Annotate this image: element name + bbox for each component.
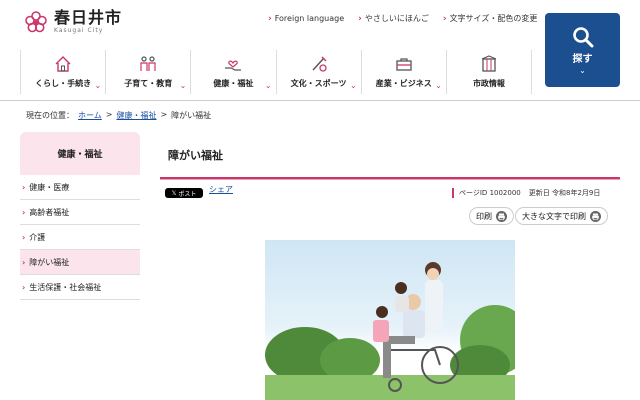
text-size-color-link[interactable]: › 文字サイズ・配色の変更	[443, 13, 537, 24]
gnav-item-childcare[interactable]: 子育て・教育 ⌄	[105, 50, 190, 94]
page-meta: ページID 1002000 更新日 令和8年2月9日	[452, 188, 600, 198]
breadcrumb-separator: >	[160, 110, 168, 119]
share-link[interactable]: シェア	[209, 184, 233, 195]
sidebar-item-health-medical[interactable]: › 健康・医療	[20, 175, 140, 200]
sidebar-heading[interactable]: 健康・福祉	[20, 132, 140, 175]
print-large-text-button[interactable]: 大きな文字で印刷	[515, 207, 608, 225]
search-icon	[572, 26, 593, 47]
sidebar-item-disability[interactable]: › 障がい福祉	[20, 250, 140, 275]
gnav-item-living[interactable]: くらし・手続き ⌄	[20, 50, 105, 94]
printer-icon	[590, 210, 601, 222]
site-subtitle: Kasugai City	[54, 27, 104, 34]
gnav-label: 健康・福祉	[213, 79, 254, 88]
chevron-right-icon: ›	[22, 232, 26, 242]
page-title: 障がい福祉	[168, 149, 223, 162]
sidebar-item-welfare[interactable]: › 生活保護・社会福祉	[20, 275, 140, 300]
chevron-down-icon: ⌄	[435, 81, 442, 90]
breadcrumb-prefix: 現在の位置：	[26, 111, 74, 120]
gnav-label: 産業・ビジネス	[375, 79, 432, 88]
chevron-down-icon: ⌄	[349, 81, 357, 90]
gnav-label: 子育て・教育	[124, 79, 173, 88]
gnav-label: 市政情報	[472, 79, 505, 88]
site-logo[interactable]: 春日井市 Kasugai City	[24, 10, 122, 34]
page-id-value: 1002000	[489, 189, 521, 197]
breadcrumb-home-link[interactable]: ホーム	[78, 110, 102, 121]
site-title: 春日井市	[54, 8, 123, 27]
house-icon	[55, 56, 71, 72]
sakura-logo-icon	[25, 11, 47, 33]
sidebar: 健康・福祉 › 健康・医療 › 高齢者福祉 › 介護 › 障がい福祉 › 生活保…	[20, 132, 140, 300]
chevron-right-icon: ›	[22, 282, 26, 292]
x-logo-icon: 𝕏	[171, 189, 177, 197]
easy-japanese-link[interactable]: › やさしいにほんご	[358, 13, 429, 24]
chevron-right-icon: ›	[22, 207, 26, 217]
chevron-right-icon: ›	[358, 13, 362, 24]
search-button-label: 探す	[572, 53, 593, 65]
breadcrumb-separator: >	[105, 110, 113, 119]
sidebar-item-care[interactable]: › 介護	[20, 225, 140, 250]
page-id-label: ページID	[459, 189, 488, 197]
briefcase-icon	[396, 58, 412, 71]
gnav-item-culture[interactable]: 文化・スポーツ ⌄	[275, 50, 361, 94]
header-divider	[0, 100, 640, 101]
breadcrumb: 現在の位置： ホーム > 健康・福祉 > 障がい福祉	[26, 110, 211, 121]
family-wheelchair-photo	[265, 262, 515, 400]
search-button[interactable]: 探す ⌄	[545, 13, 620, 87]
gnav-item-business[interactable]: 産業・ビジネス ⌄	[360, 50, 446, 94]
gnav-label: くらし・手続き	[35, 79, 92, 88]
sidebar-item-elderly[interactable]: › 高齢者福祉	[20, 200, 140, 225]
building-icon	[481, 55, 497, 72]
foreign-language-link[interactable]: › Foreign language	[268, 13, 344, 24]
chevron-right-icon: ›	[268, 13, 272, 24]
breadcrumb-current: 障がい福祉	[171, 111, 212, 120]
title-underline	[160, 177, 620, 180]
gnav-label: 文化・スポーツ	[290, 79, 347, 88]
gnav-item-city-info[interactable]: 市政情報	[445, 50, 533, 94]
chevron-right-icon: ›	[22, 182, 26, 192]
updated-label: 更新日	[528, 189, 550, 197]
utility-links: › Foreign language › やさしいにほんご › 文字サイズ・配色…	[268, 13, 537, 24]
global-nav: くらし・手続き ⌄ 子育て・教育 ⌄ 健康・福祉 ⌄ 文化・スポーツ ⌄ 産業・…	[20, 50, 533, 94]
chevron-down-icon: ⌄	[579, 65, 586, 75]
heart-hand-icon	[225, 60, 242, 71]
main-photo	[265, 240, 515, 400]
chevron-down-icon: ⌄	[264, 81, 272, 90]
chevron-down-icon: ⌄	[179, 81, 187, 90]
gnav-item-health[interactable]: 健康・福祉 ⌄	[190, 50, 275, 94]
breadcrumb-parent-link[interactable]: 健康・福祉	[116, 110, 156, 121]
family-icon	[140, 56, 156, 71]
chevron-right-icon: ›	[442, 13, 447, 24]
sports-icon	[312, 56, 327, 72]
print-button[interactable]: 印刷	[469, 207, 514, 225]
chevron-down-icon: ⌄	[94, 81, 102, 90]
updated-value: 令和8年2月9日	[551, 189, 601, 197]
printer-icon	[496, 210, 507, 222]
page: 春日井市 Kasugai City › Foreign language › や…	[0, 0, 640, 400]
x-post-button[interactable]: 𝕏 ポスト	[165, 188, 203, 198]
chevron-right-icon: ›	[22, 257, 26, 267]
